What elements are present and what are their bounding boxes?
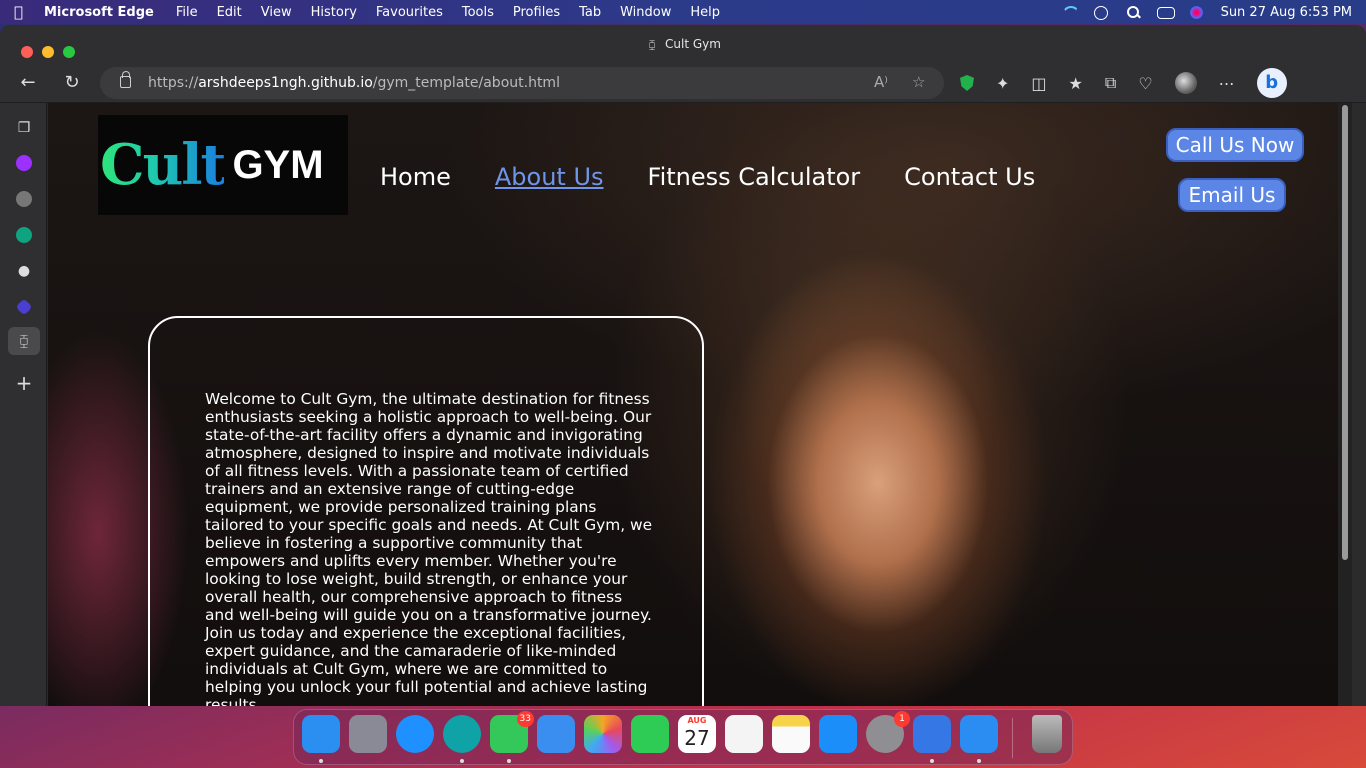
menu-tab[interactable]: Tab: [579, 5, 601, 20]
favorites-icon[interactable]: ★: [1069, 74, 1083, 93]
dock-photos[interactable]: [584, 715, 622, 753]
dock-calendar[interactable]: AUG 27: [678, 715, 716, 753]
control-center-icon[interactable]: [1156, 5, 1175, 19]
running-indicator: [977, 759, 981, 763]
now-playing-icon[interactable]: [1093, 5, 1109, 20]
browser-window: ⧮ Cult Gym ← ↻ https://arshdeeps1ngh.gith…: [0, 25, 1366, 706]
active-tab[interactable]: ⧮ Cult Gym: [0, 37, 1366, 51]
menu-edit[interactable]: Edit: [217, 5, 242, 20]
menu-window[interactable]: Window: [620, 5, 671, 20]
dock-messages[interactable]: 33: [490, 711, 534, 753]
menu-file[interactable]: File: [176, 5, 198, 20]
dock-safari[interactable]: [396, 715, 434, 753]
menu-favourites[interactable]: Favourites: [376, 5, 443, 20]
dock-simulator[interactable]: [960, 715, 998, 753]
logo-cult-text: Cult: [100, 132, 226, 198]
refresh-icon[interactable]: ↻: [62, 73, 82, 93]
running-indicator: [460, 759, 464, 763]
call-us-button[interactable]: Call Us Now: [1166, 128, 1304, 162]
lock-icon[interactable]: [120, 71, 131, 88]
url-path: /gym_template/about.html: [372, 75, 560, 91]
dock-system-settings[interactable]: 1: [866, 711, 910, 753]
add-tab-icon[interactable]: +: [14, 371, 34, 395]
chatgpt-icon[interactable]: [14, 225, 34, 245]
toolbar-actions: ✦ ◫ ★ ⧉ ♡ ⋯ b: [960, 63, 1287, 103]
extension-blue-icon[interactable]: [14, 297, 34, 317]
profile-avatar[interactable]: [1174, 72, 1197, 94]
menu-history[interactable]: History: [311, 5, 357, 20]
dock-xcode[interactable]: [913, 715, 951, 753]
web-page: Cult GYM Home About Us Fitness Calculato…: [48, 103, 1352, 706]
split-screen-icon[interactable]: ◫: [1031, 74, 1046, 93]
calendar-day: 27: [684, 726, 710, 750]
dock-app-store[interactable]: [819, 715, 857, 753]
running-indicator: [507, 759, 511, 763]
spotlight-search-icon[interactable]: [1125, 5, 1141, 19]
calendar-month: AUG: [687, 716, 707, 725]
dock-launchpad[interactable]: [349, 715, 387, 753]
extension-gray-icon[interactable]: [14, 189, 34, 209]
dock-notes[interactable]: [772, 715, 810, 753]
nav-home-link[interactable]: Home: [380, 163, 451, 191]
more-menu-icon[interactable]: ⋯: [1219, 74, 1235, 93]
favorite-star-icon[interactable]: ☆: [912, 73, 925, 91]
menu-clock[interactable]: Sun 27 Aug 6:53 PM: [1221, 5, 1352, 20]
url-scheme: https://: [148, 75, 199, 91]
url-host: arshdeeps1ngh.github.io: [198, 75, 373, 91]
about-card: Welcome to Cult Gym, the ultimate destin…: [148, 316, 704, 706]
dock-finder[interactable]: [302, 715, 340, 753]
wifi-icon[interactable]: [1061, 5, 1077, 19]
running-indicator: [930, 759, 934, 763]
menu-app-name[interactable]: Microsoft Edge: [44, 5, 154, 20]
read-aloud-icon[interactable]: A⁾: [874, 73, 888, 91]
extension-purple-icon[interactable]: [14, 153, 34, 173]
vertical-tab-sidebar: ❐ ● ⧮ +: [0, 103, 47, 706]
dock-mail[interactable]: [537, 715, 575, 753]
nav-fitness-calculator-link[interactable]: Fitness Calculator: [648, 163, 861, 191]
tab-title: Cult Gym: [665, 37, 721, 51]
dumbbell-favicon-icon: ⧮: [648, 40, 656, 51]
site-logo[interactable]: Cult GYM: [98, 115, 348, 215]
dock-separator: [1012, 718, 1013, 758]
dock-reminders[interactable]: [725, 715, 763, 753]
performance-icon[interactable]: ♡: [1138, 74, 1152, 93]
cult-gym-tab-icon[interactable]: ⧮: [8, 327, 40, 355]
nav-contact-link[interactable]: Contact Us: [904, 163, 1035, 191]
back-arrow-icon[interactable]: ←: [18, 73, 38, 93]
menu-view[interactable]: View: [261, 5, 292, 20]
apple-menu-icon[interactable]: : [14, 3, 44, 21]
scrollbar-thumb[interactable]: [1342, 105, 1348, 560]
messages-badge: 33: [516, 711, 534, 727]
dock-facetime[interactable]: [631, 715, 669, 753]
bing-copilot-icon[interactable]: b: [1256, 68, 1287, 98]
extensions-icon[interactable]: ✦: [996, 74, 1009, 93]
menu-profiles[interactable]: Profiles: [513, 5, 560, 20]
github-icon[interactable]: ●: [14, 261, 34, 281]
menu-bar:  Microsoft Edge File Edit View History …: [0, 0, 1366, 24]
menu-help[interactable]: Help: [690, 5, 720, 20]
running-indicator: [319, 759, 323, 763]
adblock-shield-icon[interactable]: [960, 75, 974, 91]
menu-tools[interactable]: Tools: [462, 5, 494, 20]
title-bar: ⧮ Cult Gym: [0, 25, 1366, 63]
about-text: Welcome to Cult Gym, the ultimate destin…: [205, 390, 653, 706]
email-us-button[interactable]: Email Us: [1178, 178, 1286, 212]
nav-about-link[interactable]: About Us: [495, 163, 604, 191]
site-nav: Home About Us Fitness Calculator Contact…: [380, 163, 1035, 191]
collections-icon[interactable]: ⧉: [1105, 73, 1116, 93]
settings-badge: 1: [894, 711, 910, 727]
dock: 33 AUG 27 1: [293, 709, 1073, 765]
browser-toolbar: ← ↻ https://arshdeeps1ngh.github.io/gym_…: [0, 63, 1366, 103]
dock-edge[interactable]: [443, 715, 481, 753]
logo-gym-text: GYM: [232, 142, 324, 187]
siri-icon[interactable]: [1189, 5, 1205, 19]
page-scrollbar[interactable]: [1338, 103, 1352, 706]
address-bar[interactable]: https://arshdeeps1ngh.github.io/gym_temp…: [100, 67, 944, 99]
dock-trash[interactable]: [1032, 715, 1062, 753]
tab-actions-icon[interactable]: ❐: [14, 118, 34, 138]
